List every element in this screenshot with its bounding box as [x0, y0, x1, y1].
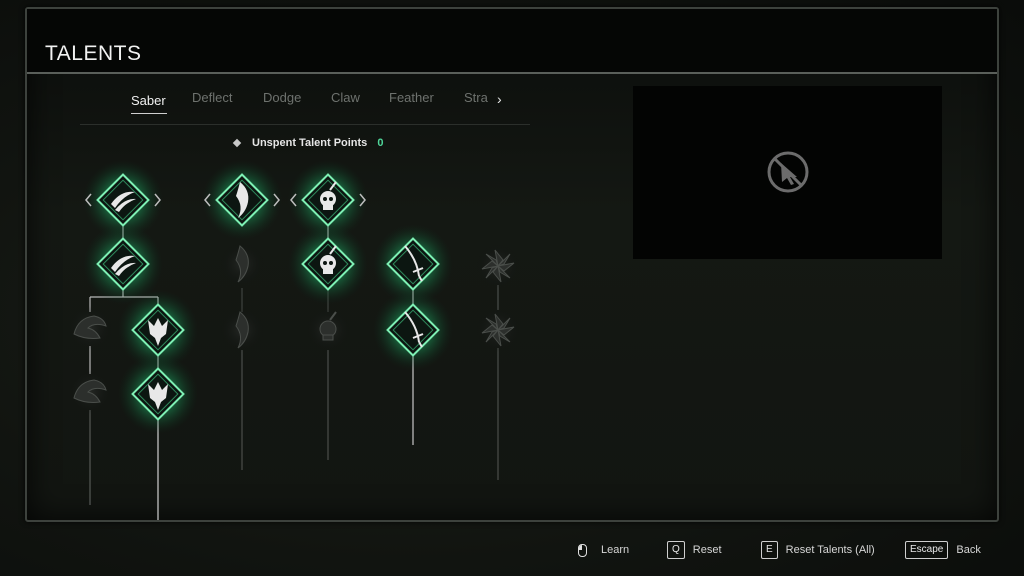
talent-node-sword[interactable]	[373, 290, 453, 370]
reset-label: Reset	[692, 544, 722, 556]
talent-node-horn[interactable]	[68, 370, 112, 414]
talent-node-pinwheel[interactable]	[476, 308, 520, 352]
mouse-left-click-icon	[578, 543, 587, 557]
e-key: E	[761, 541, 778, 559]
back-hint[interactable]: Escape Back	[905, 540, 981, 560]
talent-node-skull[interactable]	[288, 224, 368, 304]
talent-node-helmet[interactable]	[118, 354, 198, 434]
talent-node-blade[interactable]	[202, 160, 282, 240]
talent-node-pinwheel[interactable]	[476, 244, 520, 288]
talent-node-skull[interactable]	[306, 308, 350, 352]
talent-node-horn[interactable]	[68, 306, 112, 350]
learn-label: Learn	[601, 544, 630, 556]
pinwheel-icon	[481, 249, 515, 283]
q-key: Q	[667, 541, 685, 559]
reset-hint[interactable]: Q Reset	[667, 540, 722, 560]
reset-all-label: Reset Talents (All)	[785, 544, 875, 556]
reset-all-hint[interactable]: E Reset Talents (All)	[761, 540, 875, 560]
learn-hint[interactable]: Learn	[578, 540, 629, 560]
back-label: Back	[956, 544, 981, 556]
talent-tree	[68, 160, 520, 520]
pinwheel-icon	[481, 313, 515, 347]
escape-key: Escape	[905, 541, 949, 559]
talent-node-blade[interactable]	[220, 308, 264, 352]
talent-node-blade[interactable]	[220, 242, 264, 286]
